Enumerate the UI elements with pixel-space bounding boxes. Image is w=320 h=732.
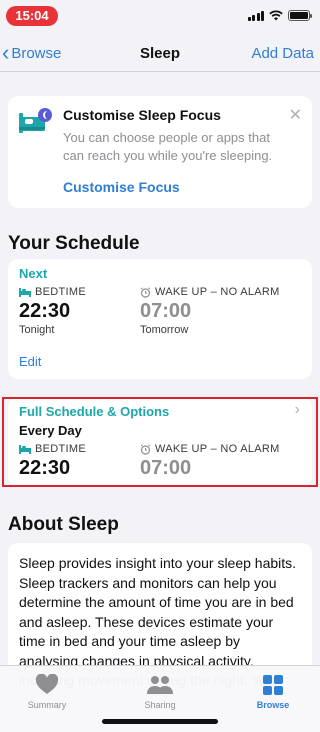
focus-card-title: Customise Sleep Focus (63, 107, 221, 123)
heart-icon (35, 674, 59, 694)
grid-icon (263, 675, 283, 695)
full-schedule-options-link[interactable]: Full Schedule & Options (19, 404, 169, 419)
status-time[interactable]: 15:04 (6, 6, 58, 26)
alarm-clock-icon (140, 286, 151, 298)
customise-focus-link[interactable]: Customise Focus (63, 179, 180, 195)
status-bar: 15:04 (0, 0, 320, 30)
wake-up-day: Tomorrow (140, 324, 189, 336)
tab-sharing[interactable]: Sharing (120, 674, 200, 710)
bed-icon (19, 287, 31, 297)
bedtime-label-text: BEDTIME (35, 443, 86, 455)
wake-up-value: 07:00 (140, 457, 192, 479)
bedtime-label: BEDTIME (19, 443, 86, 455)
battery-icon (288, 10, 312, 21)
edit-button[interactable]: Edit (19, 354, 41, 369)
wake-up-label-text: WAKE UP – NO ALARM (155, 286, 280, 298)
wake-up-label: WAKE UP – NO ALARM (140, 443, 280, 455)
your-schedule-heading: Your Schedule (8, 233, 140, 254)
about-sleep-heading: About Sleep (8, 514, 119, 535)
chevron-right-icon: › (294, 401, 300, 418)
bedtime-label-text: BEDTIME (35, 286, 86, 298)
navigation-bar: ‹ Browse Sleep Add Data (0, 36, 320, 72)
focus-card-description: You can choose people or apps that can r… (63, 130, 273, 163)
customise-sleep-focus-card: Customise Sleep Focus You can choose peo… (8, 96, 312, 208)
full-schedule-card[interactable]: Full Schedule & Options › Every Day BEDT… (8, 397, 312, 487)
status-icons (247, 10, 312, 21)
close-icon[interactable]: ✕ (289, 105, 302, 125)
home-indicator[interactable] (102, 719, 218, 724)
alarm-clock-icon (140, 443, 151, 455)
bed-icon (19, 444, 31, 454)
wake-up-label-text: WAKE UP – NO ALARM (155, 443, 280, 455)
add-data-button[interactable]: Add Data (251, 45, 314, 62)
tab-browse[interactable]: Browse (233, 674, 313, 710)
repeat-label: Every Day (19, 423, 82, 438)
tab-browse-label: Browse (256, 700, 290, 710)
wifi-icon (269, 10, 283, 21)
bed-moon-icon (19, 108, 52, 133)
next-label: Next (19, 266, 48, 281)
bedtime-value: 22:30 (19, 457, 71, 479)
tab-summary-label: Summary (27, 700, 67, 710)
wake-up-label: WAKE UP – NO ALARM (140, 286, 280, 298)
next-schedule-card[interactable]: Next BEDTIME 22:30 Tonight WAKE UP – NO … (8, 259, 312, 379)
wake-up-value: 07:00 (140, 300, 192, 322)
bedtime-day: Tonight (19, 324, 55, 336)
tab-summary[interactable]: Summary (7, 674, 87, 710)
people-icon (147, 676, 173, 694)
bedtime-value: 22:30 (19, 300, 71, 322)
bedtime-label: BEDTIME (19, 286, 86, 298)
cellular-signal-icon (247, 10, 264, 21)
tab-sharing-label: Sharing (144, 700, 176, 710)
